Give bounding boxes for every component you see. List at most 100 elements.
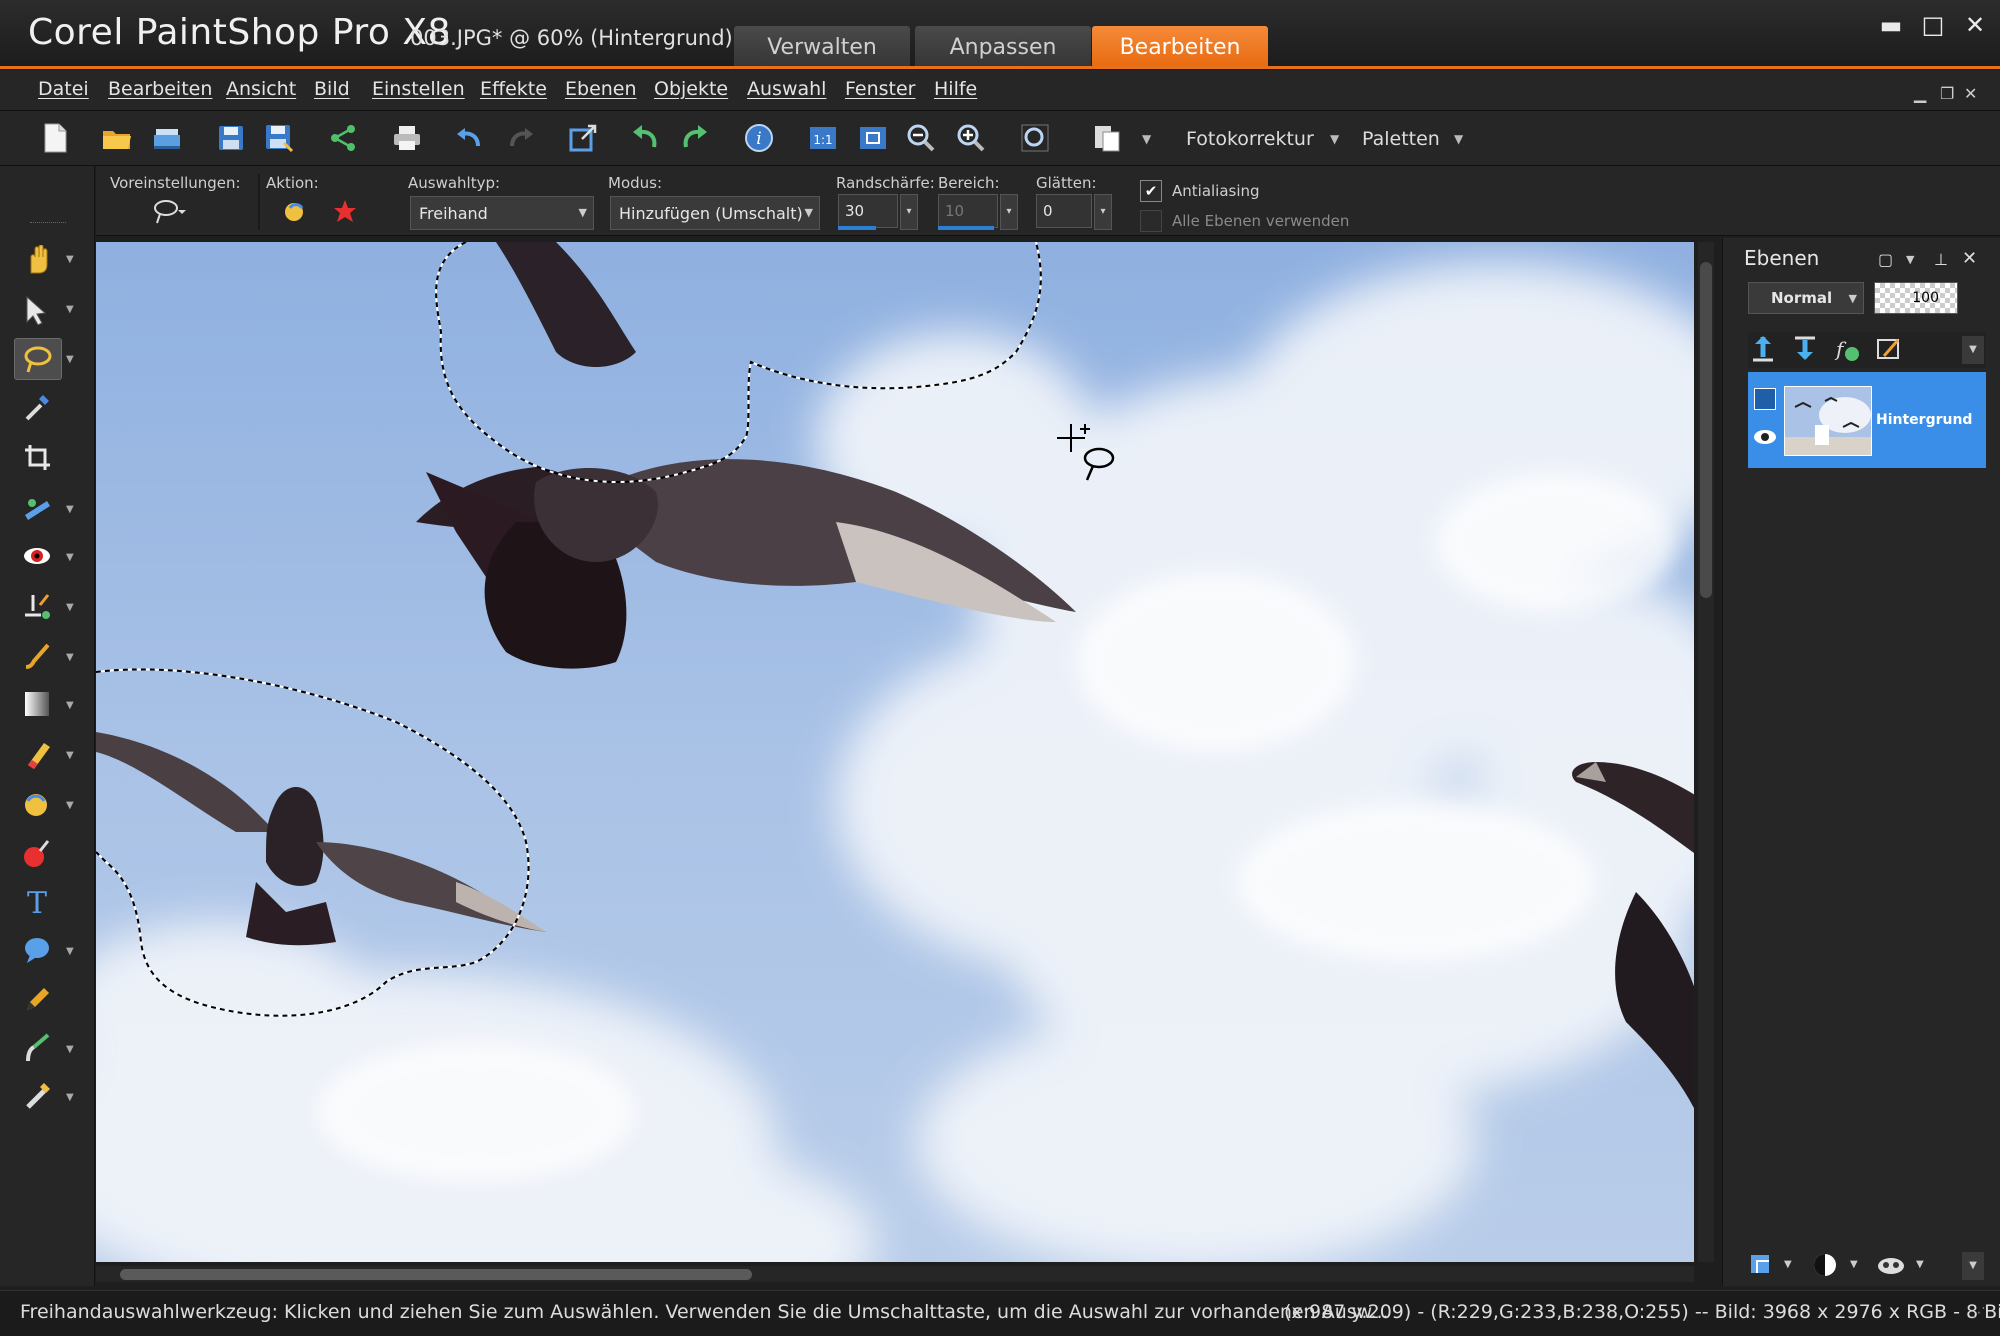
adjustment-layer-icon[interactable]: f [1832, 334, 1862, 368]
caret-icon[interactable]: ▼ [66, 1092, 74, 1103]
menu-bild[interactable]: Bild [314, 78, 350, 100]
layer-lock-icon[interactable] [1754, 388, 1776, 410]
caret-icon[interactable]: ▼ [66, 800, 74, 811]
scan-icon[interactable] [150, 121, 184, 155]
caret-icon[interactable]: ▼ [66, 750, 74, 761]
menu-effekte[interactable]: Effekte [480, 78, 547, 100]
feather-stepper[interactable]: ▾ [900, 194, 918, 230]
opacity-slider[interactable]: 100 [1874, 282, 1958, 314]
range-stepper[interactable]: ▾ [1000, 194, 1018, 230]
caret-icon[interactable]: ▼ [66, 602, 74, 613]
rotate-right-icon[interactable] [678, 121, 712, 155]
layers-more-caret[interactable]: ▼ [1962, 1252, 1984, 1280]
tab-verwalten[interactable]: Verwalten [734, 26, 910, 68]
antialias-checkbox[interactable]: ✔ [1140, 180, 1162, 202]
caret-icon[interactable]: ▼ [66, 652, 74, 663]
straighten-tool-icon[interactable] [14, 488, 60, 528]
save-as-icon[interactable] [262, 121, 296, 155]
dodge-tool-icon[interactable] [14, 784, 60, 824]
new-layer-icon[interactable] [1748, 1252, 1778, 1282]
caret-icon[interactable]: ▼ [1916, 1259, 1924, 1270]
new-vector-layer-icon[interactable] [1790, 334, 1820, 368]
cancel-selection-icon[interactable] [332, 198, 358, 228]
zoom-out-icon[interactable] [904, 121, 938, 155]
share-icon[interactable] [326, 121, 360, 155]
layer-effects-icon[interactable] [1874, 334, 1904, 368]
caret-icon[interactable]: ▼ [66, 254, 74, 265]
paste-icon[interactable] [1090, 121, 1124, 155]
text-tool-icon[interactable]: T [14, 882, 60, 922]
undo-icon[interactable] [452, 121, 486, 155]
selection-type-dropdown[interactable]: Freihand ▼ [410, 196, 594, 230]
rotate-left-icon[interactable] [628, 121, 662, 155]
paste-dropdown-caret[interactable]: ▼ [1142, 132, 1151, 146]
new-icon[interactable] [38, 121, 72, 155]
menu-fenster[interactable]: Fenster [845, 78, 915, 100]
fotokorrektur-caret[interactable]: ▼ [1330, 132, 1339, 146]
warp-brush-tool-icon[interactable] [14, 1028, 60, 1068]
menu-ansicht[interactable]: Ansicht [226, 78, 296, 100]
feather-slider[interactable] [838, 226, 876, 230]
caret-icon[interactable]: ▼ [1784, 1259, 1792, 1270]
caret-icon[interactable]: ▼ [66, 1044, 74, 1055]
image-canvas[interactable] [96, 242, 1694, 1262]
visibility-eye-icon[interactable] [1752, 428, 1778, 450]
mask-icon[interactable] [1812, 1252, 1840, 1282]
menu-bearbeiten[interactable]: Bearbeiten [108, 78, 212, 100]
zoom-more-icon[interactable] [1018, 121, 1052, 155]
caret-icon[interactable]: ▼ [66, 354, 74, 365]
smoothing-stepper[interactable]: ▾ [1094, 194, 1112, 230]
vertical-scroll-thumb[interactable] [1700, 262, 1712, 598]
lasso-tool-icon[interactable] [14, 338, 62, 380]
caret-icon[interactable]: ▼ [66, 946, 74, 957]
crop-tool-icon[interactable] [14, 438, 60, 478]
range-slider[interactable] [938, 226, 994, 230]
presets-lasso-icon[interactable] [152, 198, 186, 230]
menu-auswahl[interactable]: Auswahl [747, 78, 826, 100]
tab-anpassen[interactable]: Anpassen [915, 26, 1091, 68]
smoothing-input[interactable]: 0 [1036, 194, 1092, 228]
fit-icon[interactable] [856, 121, 890, 155]
save-icon[interactable] [214, 121, 248, 155]
makeover-tool-icon[interactable] [14, 586, 60, 626]
fotokorrektur-menu[interactable]: Fotokorrektur [1186, 128, 1314, 150]
new-raster-layer-icon[interactable] [1748, 334, 1778, 368]
color-changer-tool-icon[interactable] [14, 834, 60, 874]
minimize-button[interactable]: ▬ [1876, 10, 1906, 40]
open-icon[interactable] [100, 121, 134, 155]
caret-icon[interactable]: ▼ [66, 552, 74, 563]
horizontal-scroll-thumb[interactable] [120, 1269, 752, 1280]
resize-icon[interactable] [566, 121, 600, 155]
dropper-tool-icon[interactable] [14, 388, 60, 428]
tab-bearbeiten[interactable]: Bearbeiten [1092, 26, 1268, 68]
maximize-button[interactable]: □ [1918, 10, 1948, 40]
range-input[interactable]: 10 [938, 194, 998, 228]
apply-selection-icon[interactable] [282, 198, 308, 228]
photo-sky-with-pigeons[interactable] [96, 242, 1694, 1262]
caret-icon[interactable]: ▼ [66, 504, 74, 515]
close-button[interactable]: ✕ [1960, 10, 1990, 40]
menu-datei[interactable]: Datei [38, 78, 89, 100]
mode-dropdown[interactable]: Hinzufügen (Umschalt) ▼ [610, 196, 820, 230]
layer-tools-more-caret[interactable]: ▼ [1962, 336, 1984, 364]
caret-icon[interactable]: ▼ [66, 700, 74, 711]
eraser-tool-icon[interactable] [14, 734, 60, 774]
doc-close-button[interactable]: ✕ [1964, 84, 1977, 103]
gradient-fill-tool-icon[interactable] [14, 684, 60, 724]
menu-ebenen[interactable]: Ebenen [565, 78, 637, 100]
palette-menu-caret[interactable]: ▼ [1906, 253, 1914, 266]
layer-name[interactable]: Hintergrund [1876, 412, 1972, 428]
all-layers-checkbox[interactable] [1140, 210, 1162, 232]
pan-tool-icon[interactable] [14, 240, 60, 280]
paletten-menu[interactable]: Paletten [1362, 128, 1440, 150]
ellipse-tool-icon[interactable] [14, 930, 60, 970]
redo-icon[interactable] [504, 121, 538, 155]
info-icon[interactable]: i [742, 121, 776, 155]
pick-tool-icon[interactable] [14, 290, 60, 330]
blend-mode-dropdown[interactable]: Normal ▼ [1748, 282, 1864, 314]
feather-input[interactable]: 30 [838, 194, 898, 228]
close-palette-icon[interactable]: ✕ [1962, 248, 1977, 269]
actual-size-icon[interactable]: 1:1 [806, 121, 840, 155]
group-icon[interactable] [1876, 1252, 1906, 1282]
paint-brush-tool-icon[interactable] [14, 636, 60, 676]
